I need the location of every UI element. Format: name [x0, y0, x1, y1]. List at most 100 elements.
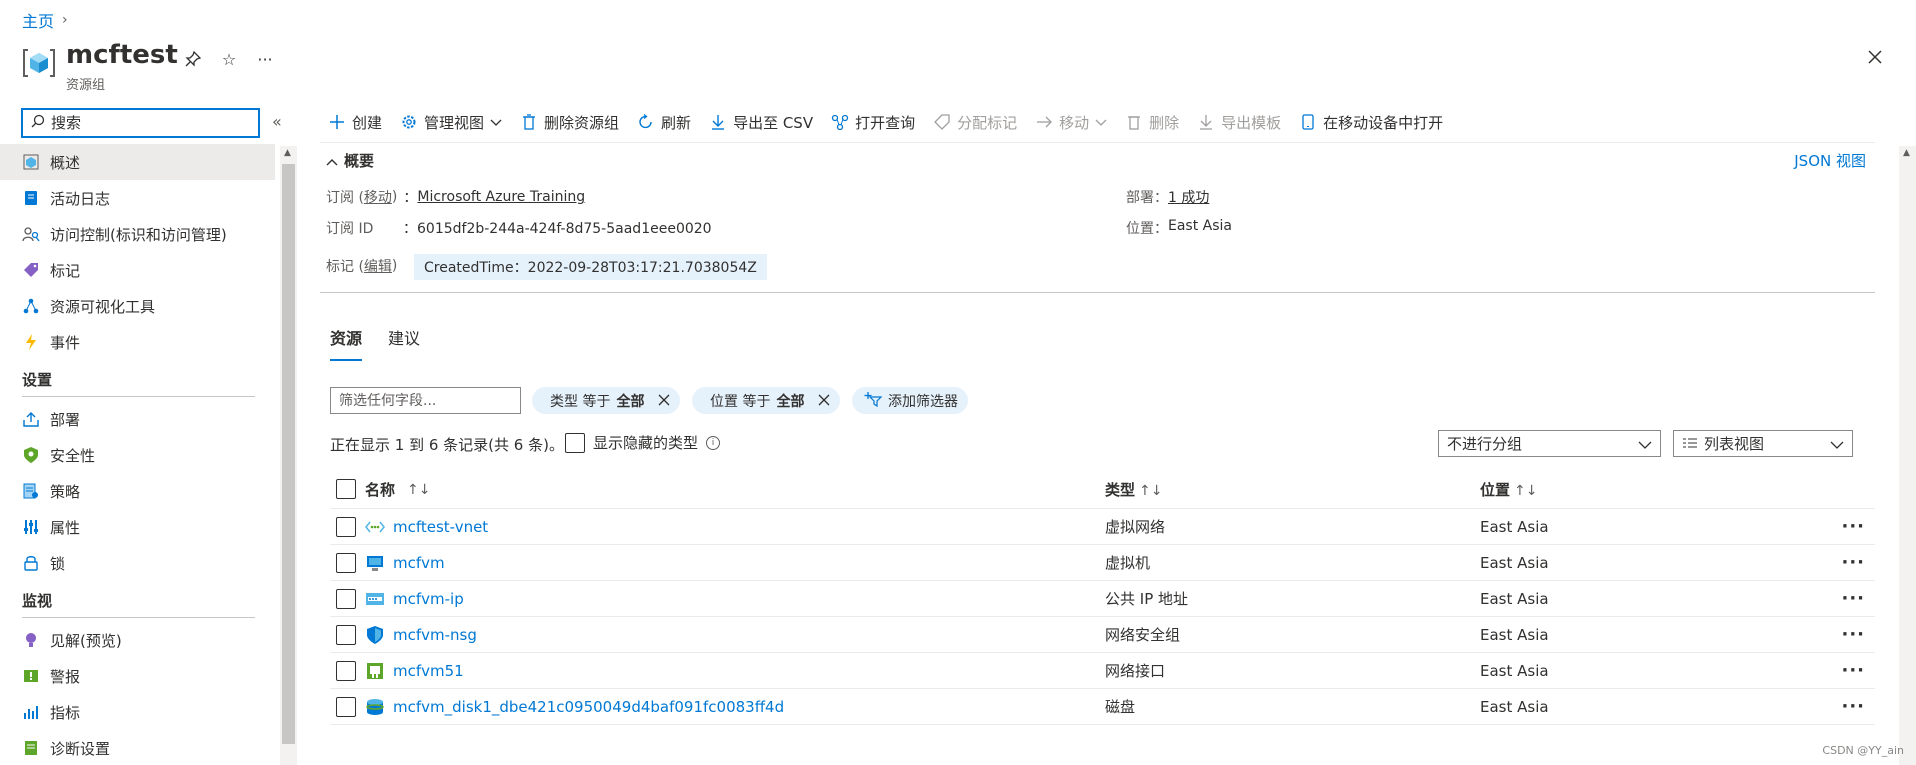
tab-recommendations[interactable]: 建议 — [388, 325, 420, 361]
row-checkbox[interactable] — [336, 625, 356, 645]
column-header-type[interactable]: 类型 ↑↓ — [1105, 479, 1162, 500]
breadcrumb-home-link[interactable]: 主页 — [22, 8, 54, 32]
list-view-icon — [1682, 435, 1698, 453]
mobile-icon — [1299, 113, 1317, 131]
table-row[interactable]: mcfvm51 网络接口 East Asia ··· — [330, 653, 1875, 689]
close-icon[interactable] — [818, 392, 830, 410]
row-checkbox[interactable] — [336, 553, 356, 573]
sidebar-item-label: 策略 — [50, 482, 81, 501]
manage-view-button[interactable]: 管理视图 — [400, 112, 502, 133]
star-icon[interactable]: ☆ — [218, 48, 240, 70]
scrollbar-thumb[interactable] — [282, 164, 295, 744]
resource-name-link[interactable]: mcfvm-nsg — [393, 626, 477, 644]
row-checkbox[interactable] — [336, 697, 356, 717]
sidebar-item-deployments[interactable]: 部署 — [0, 401, 275, 437]
move-button[interactable]: 移动 — [1035, 112, 1107, 133]
close-icon[interactable] — [658, 392, 670, 410]
sidebar-search-input[interactable] — [51, 114, 241, 132]
filter-input[interactable] — [330, 387, 521, 414]
table-row[interactable]: mcfvm 虚拟机 East Asia ··· — [330, 545, 1875, 581]
divider — [22, 617, 255, 618]
resource-name-link[interactable]: mcfvm-ip — [393, 590, 464, 608]
refresh-button[interactable]: 刷新 — [637, 112, 691, 133]
essentials-toggle[interactable]: 概要 — [326, 150, 374, 171]
sidebar-item-activity-log[interactable]: 活动日志 — [0, 180, 275, 216]
json-view-link[interactable]: JSON 视图 — [1794, 150, 1866, 171]
table-row[interactable]: mcftest-vnet 虚拟网络 East Asia ··· — [330, 509, 1875, 545]
view-value: 列表视图 — [1704, 435, 1765, 453]
sidebar-item-events[interactable]: 事件 — [0, 324, 275, 360]
tab-resources[interactable]: 资源 — [330, 325, 363, 361]
sidebar-scrollbar[interactable]: ▲ — [280, 146, 297, 765]
sidebar-item-tags[interactable]: 标记 — [0, 252, 275, 288]
main-scrollbar[interactable]: ▲ — [1899, 146, 1916, 765]
row-more-icon[interactable]: ··· — [1841, 552, 1865, 573]
open-query-button[interactable]: 打开查询 — [831, 112, 915, 133]
sidebar-item-label: 锁 — [50, 554, 66, 573]
table-row[interactable]: mcfvm-ip 公共 IP 地址 East Asia ··· — [330, 581, 1875, 617]
resource-name-link[interactable]: mcftest-vnet — [393, 518, 488, 536]
deployments-link[interactable]: 1 成功 — [1168, 187, 1209, 207]
resource-name-link[interactable]: mcfvm — [393, 554, 445, 572]
export-csv-button[interactable]: 导出至 CSV — [709, 112, 813, 133]
sidebar-item-label: 概述 — [50, 153, 81, 172]
export-template-label: 导出模板 — [1221, 113, 1282, 132]
view-dropdown[interactable]: 列表视图 — [1673, 430, 1853, 457]
sidebar-item-insights[interactable]: 见解(预览) — [0, 622, 275, 658]
subscription-label: 订阅 ( — [326, 190, 364, 206]
sidebar-item-properties[interactable]: 属性 — [0, 509, 275, 545]
tags-edit-link[interactable]: 编辑 — [364, 256, 392, 276]
location-filter-pill[interactable]: 位置 等于 全部 — [692, 387, 841, 414]
row-checkbox[interactable] — [336, 517, 356, 537]
sidebar-item-overview[interactable]: 概述 — [0, 144, 275, 180]
sidebar-search-box[interactable] — [21, 108, 260, 138]
row-more-icon[interactable]: ··· — [1841, 696, 1865, 717]
resource-name-link[interactable]: mcfvm51 — [393, 662, 464, 680]
close-icon[interactable] — [1862, 44, 1888, 70]
sidebar-item-diagnostics[interactable]: 诊断设置 — [0, 730, 275, 765]
public-ip-icon — [365, 589, 385, 609]
export-template-button[interactable]: 导出模板 — [1197, 112, 1281, 133]
resource-name-link[interactable]: mcfvm_disk1_dbe421c0950049d4baf091fc0083… — [393, 698, 784, 716]
subscription-move-link[interactable]: 移动 — [364, 187, 392, 207]
pin-icon[interactable] — [182, 48, 204, 70]
sidebar-item-locks[interactable]: 锁 — [0, 545, 275, 581]
create-button[interactable]: 创建 — [328, 112, 382, 133]
row-more-icon[interactable]: ··· — [1841, 588, 1865, 609]
table-row[interactable]: mcfvm_disk1_dbe421c0950049d4baf091fc0083… — [330, 689, 1875, 725]
row-checkbox[interactable] — [336, 589, 356, 609]
sidebar-item-iam[interactable]: 访问控制(标识和访问管理) — [0, 216, 275, 252]
sidebar-item-visualizer[interactable]: 资源可视化工具 — [0, 288, 275, 324]
assign-tags-button[interactable]: 分配标记 — [933, 112, 1017, 133]
scroll-up-icon[interactable]: ▲ — [284, 148, 291, 158]
chevron-down-icon — [1830, 435, 1844, 453]
row-more-icon[interactable]: ··· — [1841, 624, 1865, 645]
row-more-icon[interactable]: ··· — [1841, 516, 1865, 537]
delete-button[interactable]: 删除 — [1125, 112, 1179, 133]
sidebar-item-security[interactable]: 安全性 — [0, 437, 275, 473]
policy-icon — [22, 482, 40, 500]
subscription-link[interactable]: Microsoft Azure Training — [417, 189, 585, 205]
open-mobile-button[interactable]: 在移动设备中打开 — [1299, 112, 1443, 133]
add-filter-button[interactable]: 添加筛选器 — [852, 387, 968, 414]
delete-resource-group-button[interactable]: 删除资源组 — [520, 112, 619, 133]
show-hidden-checkbox[interactable] — [565, 432, 585, 453]
sidebar-item-metrics[interactable]: 指标 — [0, 694, 275, 730]
info-icon[interactable]: i — [706, 435, 721, 450]
column-header-name[interactable]: 名称 ↑↓ — [365, 479, 430, 500]
select-all-checkbox[interactable] — [336, 479, 356, 499]
table-row[interactable]: mcfvm-nsg 网络安全组 East Asia ··· — [330, 617, 1875, 653]
row-more-icon[interactable]: ··· — [1841, 660, 1865, 681]
row-checkbox[interactable] — [336, 661, 356, 681]
sidebar-item-policies[interactable]: 策略 — [0, 473, 275, 509]
collapse-sidebar-icon[interactable]: « — [272, 112, 282, 131]
scroll-up-icon[interactable]: ▲ — [1903, 148, 1910, 158]
tags-label: 标记 ( — [326, 259, 364, 275]
more-options-icon[interactable]: ··· — [254, 48, 276, 70]
sidebar-item-alerts[interactable]: 警报 — [0, 658, 275, 694]
show-hidden-types-toggle[interactable]: 显示隐藏的类型 i — [565, 432, 721, 453]
column-header-location[interactable]: 位置 ↑↓ — [1480, 479, 1537, 500]
type-filter-pill[interactable]: 类型 等于 全部 — [532, 387, 681, 414]
divider — [320, 292, 1875, 293]
grouping-dropdown[interactable]: 不进行分组 — [1438, 430, 1661, 457]
